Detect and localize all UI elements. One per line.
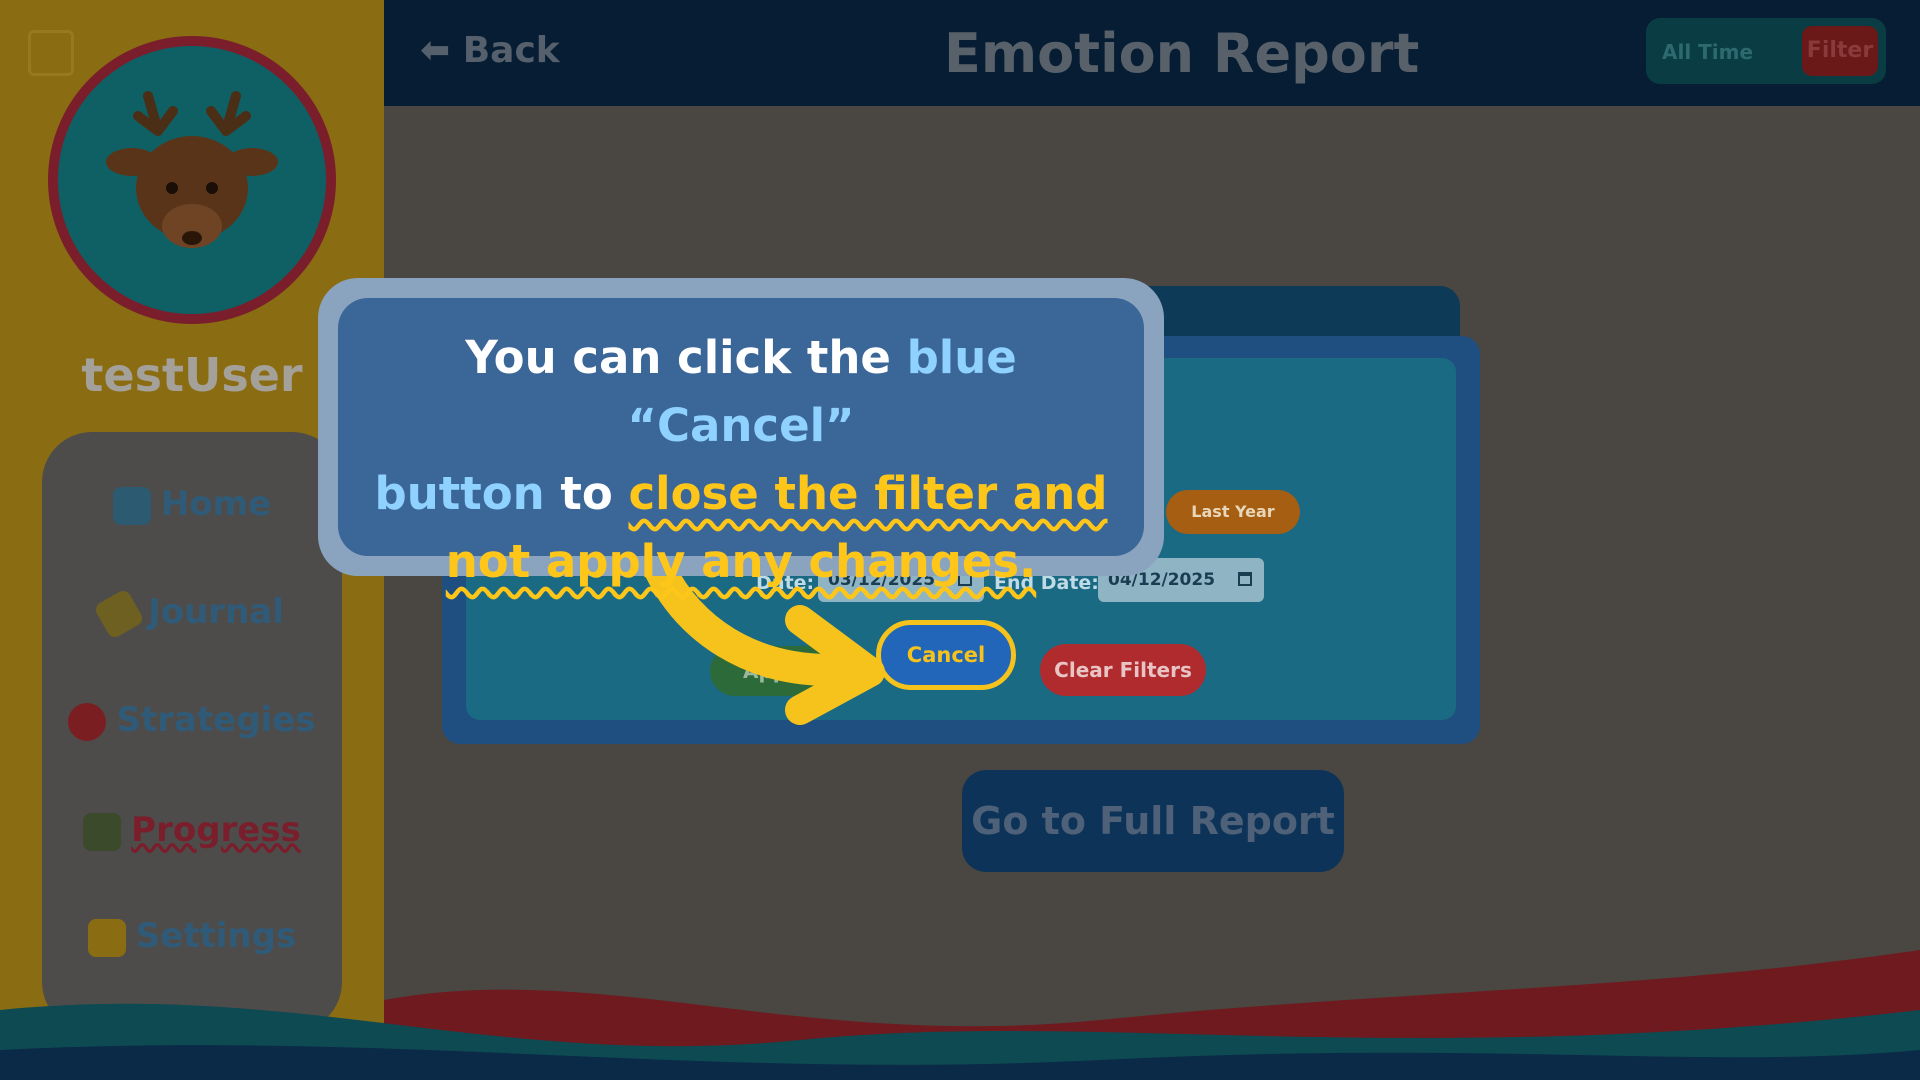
sidebar-item-strategies[interactable]: Strategies [42,700,342,741]
header: ⬅ Back Emotion Report All Time Filter [384,0,1920,106]
pencil-icon [93,587,146,640]
page-title: Emotion Report [944,22,1420,85]
sidebar-item-label: Strategies [116,700,316,740]
sidebar-item-progress[interactable]: Progress [42,810,342,851]
arrow-left-icon: ⬅ [420,30,451,71]
tooltip-highlight-no-changes: not apply any changes. [445,535,1037,588]
sidebar-item-label: Home [160,484,272,524]
back-button[interactable]: ⬅ Back [420,30,560,71]
last-year-button[interactable]: Last Year [1166,490,1300,534]
back-label: Back [462,30,560,71]
sidebar-item-label: Journal [148,592,284,632]
sidebar-item-label: Progress [131,810,301,850]
tooltip-text-part: to [544,467,629,520]
sidebar-item-journal[interactable]: Journal [42,587,342,640]
filter-button[interactable]: Filter [1802,26,1878,76]
logout-icon[interactable] [28,30,74,76]
tooltip-text: You can click the blue “Cancel” button to… [360,324,1122,596]
sidebar-item-home[interactable]: Home [42,484,342,525]
avatar [48,36,336,324]
tooltip-text-part: You can click the [465,331,907,384]
balloon-icon [68,702,107,741]
calendar-icon[interactable] [1238,572,1252,586]
clear-filters-button[interactable]: Clear Filters [1040,644,1206,696]
cancel-button[interactable]: Cancel [876,620,1016,690]
range-selector[interactable]: All Time Filter [1646,18,1886,84]
range-label: All Time [1662,40,1754,64]
tooltip-highlight-button: button [374,467,545,520]
house-icon [112,486,151,525]
full-report-button[interactable]: Go to Full Report [962,770,1344,872]
chart-icon [83,812,122,851]
tooltip-highlight-close: close the filter and [628,467,1108,520]
deer-icon [106,91,278,248]
bottom-waves [0,950,1920,1080]
